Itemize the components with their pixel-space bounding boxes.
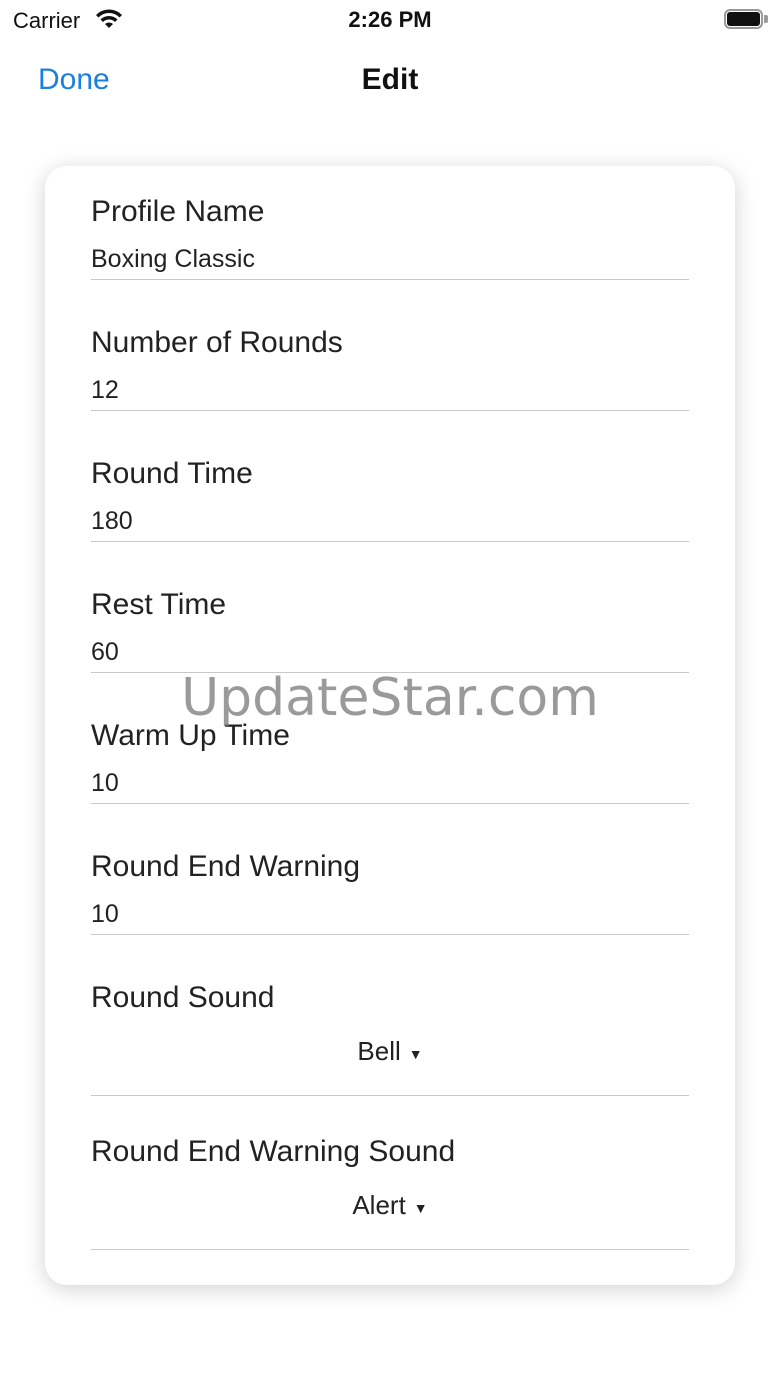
warm-up-time-input[interactable] (91, 764, 689, 804)
field-label: Round End Warning (91, 850, 361, 883)
field-label: Round End Warning Sound (91, 1135, 456, 1168)
round-end-warning-field: Round End Warning (91, 847, 689, 935)
number-of-rounds-field: Number of Rounds (91, 323, 689, 411)
field-label: Profile Name (91, 195, 265, 228)
field-label: Number of Rounds (91, 326, 343, 359)
field-label: Round Sound (91, 981, 275, 1014)
profile-edit-form: Profile Name Number of Rounds Round Time… (45, 166, 735, 1285)
page-title: Edit (361, 63, 419, 96)
round-end-warning-input[interactable] (91, 895, 689, 935)
round-sound-field: Round Sound Bell ▼ (91, 978, 689, 1096)
select-value: Alert (352, 1190, 406, 1220)
rest-time-input[interactable] (91, 633, 689, 673)
status-time: 2:26 PM (348, 7, 432, 32)
profile-name-field: Profile Name (91, 192, 689, 280)
field-label: Warm Up Time (91, 719, 290, 752)
round-end-warning-sound-field: Round End Warning Sound Alert ▼ (91, 1132, 689, 1250)
field-label: Round Time (91, 457, 253, 490)
profile-name-input[interactable] (91, 240, 689, 280)
select-value: Bell (357, 1036, 401, 1066)
round-end-warning-sound-select[interactable]: Alert ▼ (91, 1190, 689, 1250)
dropdown-arrow-icon: ▼ (408, 1046, 423, 1062)
round-time-field: Round Time (91, 454, 689, 542)
rest-time-field: Rest Time (91, 585, 689, 673)
round-sound-select[interactable]: Bell ▼ (91, 1036, 689, 1096)
number-of-rounds-input[interactable] (91, 371, 689, 411)
field-label: Rest Time (91, 588, 227, 621)
warm-up-time-field: Warm Up Time (91, 716, 689, 804)
round-time-input[interactable] (91, 502, 689, 542)
dropdown-arrow-icon: ▼ (413, 1200, 428, 1216)
status-bar: Carrier 2:26 PM (0, 0, 780, 40)
navigation-bar: Done Edit (0, 50, 780, 110)
battery-icon (724, 9, 768, 29)
